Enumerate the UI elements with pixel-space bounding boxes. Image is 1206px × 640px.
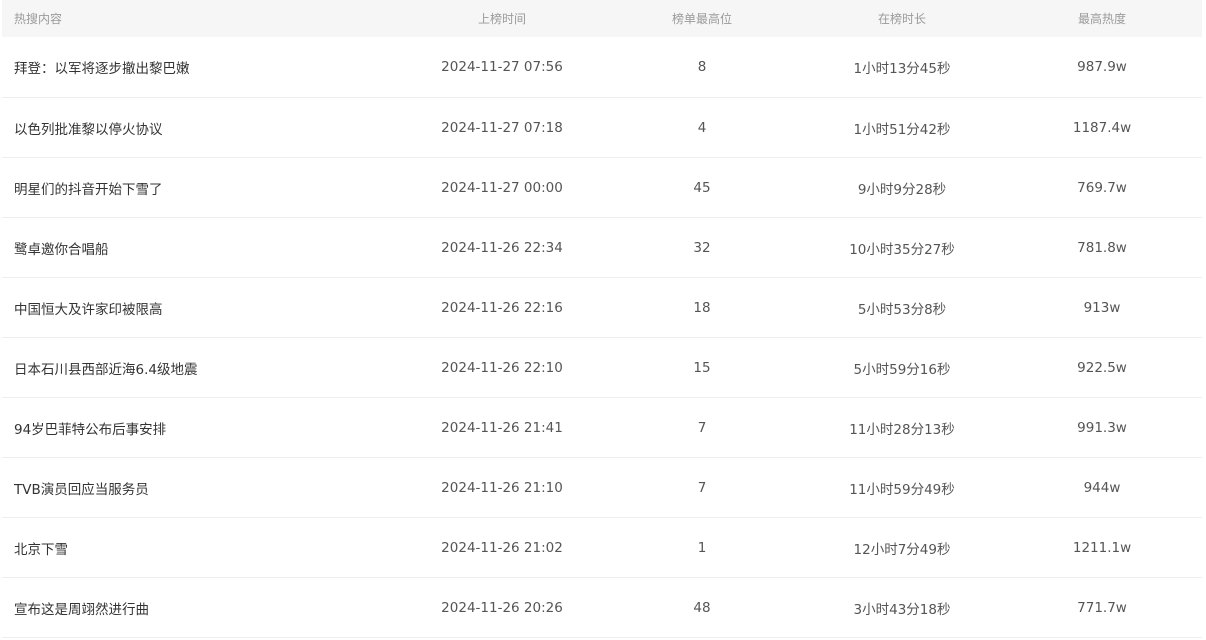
- hot-search-title[interactable]: 宣布这是周翊然进行曲: [2, 598, 402, 618]
- hot-search-title[interactable]: 以色列批准黎以停火协议: [2, 118, 402, 138]
- top-rank: 7: [697, 479, 707, 496]
- list-time: 2024-11-27 00:00: [441, 179, 563, 196]
- table-body: 拜登：以军将逐步撤出黎巴嫩 2024-11-27 07:56 8 1小时13分4…: [2, 37, 1202, 638]
- table-row[interactable]: 北京下雪 2024-11-26 21:02 1 12小时7分49秒 1211.1…: [2, 518, 1202, 578]
- top-rank: 45: [693, 179, 711, 196]
- header-list-time: 上榜时间: [477, 12, 526, 26]
- list-time: 2024-11-26 20:26: [441, 599, 563, 616]
- duration: 5小时53分8秒: [857, 301, 947, 318]
- list-time: 2024-11-26 21:10: [441, 479, 563, 496]
- top-rank: 15: [693, 359, 711, 376]
- top-rank: 4: [697, 119, 707, 136]
- max-heat: 771.7w: [1077, 599, 1127, 616]
- duration: 3小时43分18秒: [853, 601, 951, 618]
- table-row[interactable]: 拜登：以军将逐步撤出黎巴嫩 2024-11-27 07:56 8 1小时13分4…: [2, 37, 1202, 98]
- list-time: 2024-11-26 21:41: [441, 419, 563, 436]
- table-row[interactable]: 日本石川县西部近海6.4级地震 2024-11-26 22:10 15 5小时5…: [2, 338, 1202, 398]
- max-heat: 769.7w: [1077, 179, 1127, 196]
- table-row[interactable]: 鹭卓邀你合唱船 2024-11-26 22:34 32 10小时35分27秒 7…: [2, 218, 1202, 278]
- duration: 1小时51分42秒: [853, 121, 951, 138]
- header-duration: 在榜时长: [877, 12, 926, 26]
- top-rank: 32: [693, 239, 711, 256]
- max-heat: 1211.1w: [1072, 539, 1132, 556]
- duration: 5小时59分16秒: [853, 361, 951, 378]
- table-row[interactable]: 94岁巴菲特公布后事安排 2024-11-26 21:41 7 11小时28分1…: [2, 398, 1202, 458]
- list-time: 2024-11-26 22:34: [441, 239, 563, 256]
- hot-search-title[interactable]: TVB演员回应当服务员: [2, 478, 402, 498]
- header-max-heat: 最高热度: [1077, 12, 1126, 26]
- top-rank: 7: [697, 419, 707, 436]
- table-row[interactable]: 以色列批准黎以停火协议 2024-11-27 07:18 4 1小时51分42秒…: [2, 98, 1202, 158]
- list-time: 2024-11-26 22:10: [441, 359, 563, 376]
- hot-search-title[interactable]: 鹭卓邀你合唱船: [2, 238, 402, 258]
- table-header: 热搜内容 上榜时间 榜单最高位 在榜时长 最高热度: [2, 0, 1202, 37]
- table-row[interactable]: 明星们的抖音开始下雪了 2024-11-27 00:00 45 9小时9分28秒…: [2, 158, 1202, 218]
- top-rank: 18: [693, 299, 711, 316]
- duration: 1小时13分45秒: [853, 61, 951, 77]
- max-heat: 922.5w: [1077, 359, 1127, 376]
- max-heat: 991.3w: [1077, 419, 1127, 436]
- table-row[interactable]: 中国恒大及许家印被限高 2024-11-26 22:16 18 5小时53分8秒…: [2, 278, 1202, 338]
- header-top-rank: 榜单最高位: [671, 12, 732, 26]
- list-time: 2024-11-26 21:02: [441, 539, 563, 556]
- max-heat: 944w: [1083, 479, 1121, 496]
- duration: 11小时28分13秒: [849, 421, 955, 438]
- max-heat: 1187.4w: [1072, 119, 1132, 136]
- hot-search-title[interactable]: 日本石川县西部近海6.4级地震: [2, 358, 402, 378]
- list-time: 2024-11-26 22:16: [441, 299, 563, 316]
- list-time: 2024-11-27 07:18: [441, 119, 563, 136]
- max-heat: 781.8w: [1077, 239, 1127, 256]
- duration: 10小时35分27秒: [849, 241, 955, 258]
- table-row[interactable]: TVB演员回应当服务员 2024-11-26 21:10 7 11小时59分49…: [2, 458, 1202, 518]
- header-content: 热搜内容: [14, 12, 63, 26]
- top-rank: 48: [693, 599, 711, 616]
- duration: 12小时7分49秒: [853, 541, 951, 558]
- hot-search-table: 热搜内容 上榜时间 榜单最高位 在榜时长 最高热度 拜登：以军将逐步撤出黎巴嫩 …: [2, 0, 1202, 638]
- top-rank: 8: [697, 59, 707, 75]
- duration: 11小时59分49秒: [849, 481, 955, 498]
- hot-search-title[interactable]: 中国恒大及许家印被限高: [2, 298, 402, 318]
- top-rank: 1: [697, 539, 707, 556]
- hot-search-title[interactable]: 明星们的抖音开始下雪了: [2, 178, 402, 198]
- table-row[interactable]: 宣布这是周翊然进行曲 2024-11-26 20:26 48 3小时43分18秒…: [2, 578, 1202, 638]
- duration: 9小时9分28秒: [857, 181, 947, 198]
- max-heat: 913w: [1083, 299, 1121, 316]
- hot-search-title[interactable]: 北京下雪: [2, 538, 402, 558]
- hot-search-title[interactable]: 94岁巴菲特公布后事安排: [2, 418, 402, 438]
- hot-search-title[interactable]: 拜登：以军将逐步撤出黎巴嫩: [2, 57, 402, 77]
- max-heat: 987.9w: [1077, 59, 1127, 75]
- list-time: 2024-11-27 07:56: [441, 59, 563, 75]
